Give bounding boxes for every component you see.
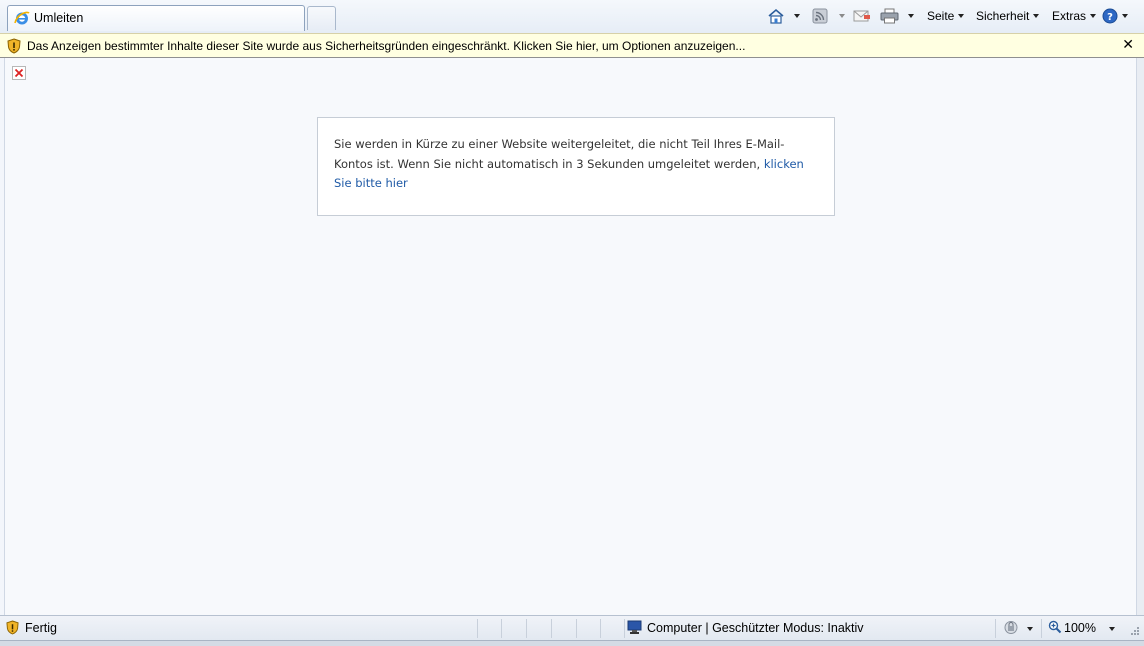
status-text: Fertig [25,621,57,635]
mail-icon [853,10,870,22]
redirect-notice: Sie werden in Kürze zu einer Website wei… [317,117,835,216]
information-bar[interactable]: Das Anzeigen bestimmter Inhalte dieser S… [0,33,1144,58]
status-divider [551,619,552,638]
status-divider [477,619,478,638]
zoom-level[interactable]: 100% [1064,621,1096,635]
print-button[interactable] [880,7,899,25]
status-divider [600,619,601,638]
chevron-down-icon [958,14,965,18]
status-divider [624,619,625,638]
page-content: Sie werden in Kürze zu einer Website wei… [4,58,1137,615]
redirect-message: Sie werden in Kürze zu einer Website wei… [334,135,818,194]
tab-umleiten[interactable]: Umleiten [7,5,305,31]
chevron-down-icon [1109,627,1115,631]
broken-image-icon [12,66,26,80]
home-button[interactable] [767,7,785,25]
status-divider [576,619,577,638]
print-dropdown[interactable] [904,7,914,25]
status-divider [995,619,996,638]
zoom-dropdown[interactable] [1105,627,1115,631]
feeds-dropdown[interactable] [835,7,845,25]
chevron-down-icon [1090,14,1097,18]
extras-menu[interactable]: Extras [1052,7,1097,25]
ie-logo-icon [14,11,30,25]
mail-button[interactable] [853,7,871,25]
close-icon[interactable]: ✕ [1122,37,1134,53]
redirect-message-text: Sie werden in Kürze zu einer Website wei… [334,137,785,171]
help-icon: ? [1102,8,1118,24]
security-menu-label: Sicherheit [976,9,1030,23]
tab-title: Umleiten [34,11,84,25]
shield-warning-icon [6,620,19,635]
zoom-icon [1048,620,1062,634]
new-tab-button[interactable] [307,6,336,30]
tab-bar: Umleiten Seite Sicherheit Extras ? [0,0,1144,33]
protected-mode-icon[interactable] [1003,620,1019,635]
svg-text:?: ? [1107,12,1113,23]
scrollbar-gutter [1137,58,1144,615]
status-divider [1041,619,1042,638]
protected-mode-dropdown[interactable] [1023,627,1033,631]
chevron-down-icon [794,14,800,18]
chevron-down-icon [1027,627,1033,631]
extras-menu-label: Extras [1052,9,1087,23]
shield-warning-icon [7,38,21,54]
chevron-down-icon [1033,14,1040,18]
home-icon [768,8,784,24]
help-button[interactable]: ? [1102,7,1128,25]
resize-grip-icon[interactable] [1130,626,1140,636]
security-menu[interactable]: Sicherheit [976,7,1040,25]
chevron-down-icon [1122,14,1128,18]
status-divider [526,619,527,638]
computer-icon [627,620,642,634]
page-menu[interactable]: Seite [927,7,965,25]
chevron-down-icon [908,14,914,18]
rss-feed-icon [812,8,828,24]
red-x-icon [14,68,24,78]
page-menu-label: Seite [927,9,955,23]
printer-icon [880,8,899,24]
window-bottom-border [0,640,1144,646]
information-bar-text[interactable]: Das Anzeigen bestimmter Inhalte dieser S… [27,39,745,53]
status-divider [501,619,502,638]
security-zone-text[interactable]: Computer | Geschützter Modus: Inaktiv [647,621,864,635]
feeds-button[interactable] [812,7,828,25]
home-dropdown[interactable] [790,7,800,25]
chevron-down-icon [839,14,845,18]
